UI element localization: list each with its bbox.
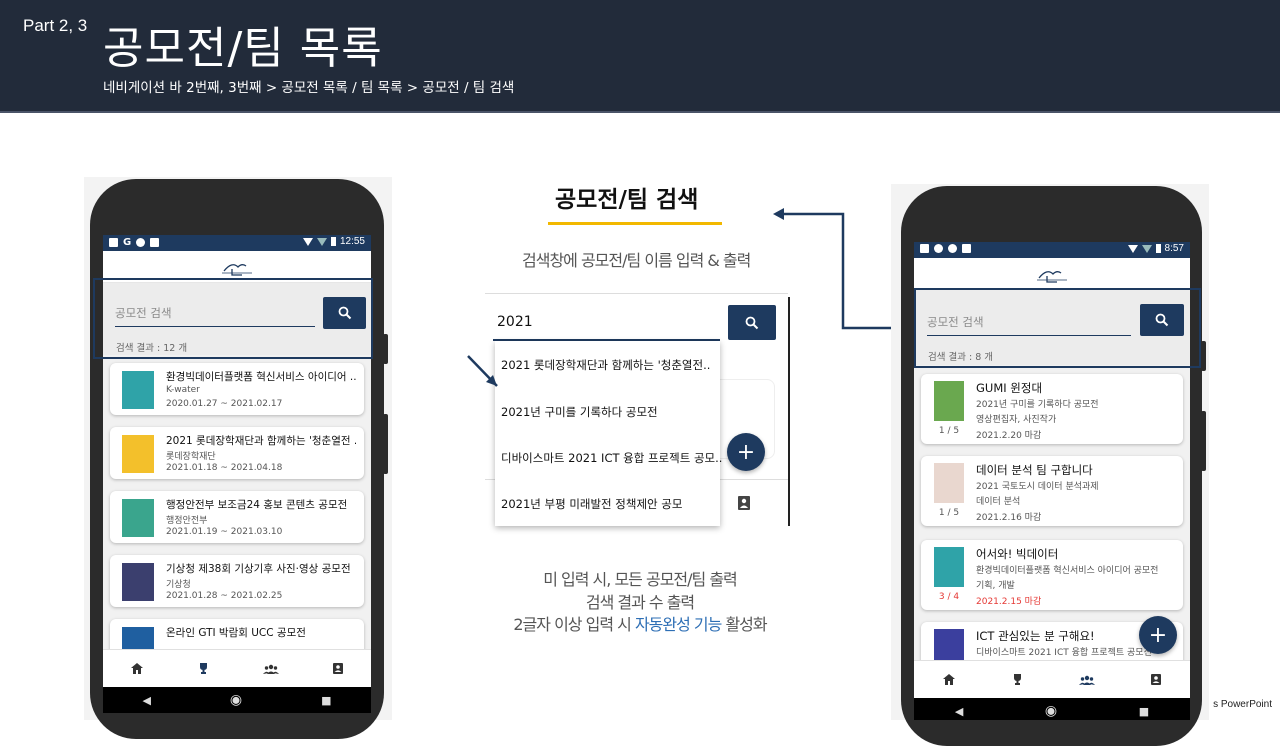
item-roles: 영상편집자, 사진작가 [976,415,1057,425]
home-circle-icon[interactable]: ◉ [1045,703,1057,719]
caption-accent: 자동완성 기능 [634,615,722,634]
team-thumbnail [934,547,964,587]
back-icon[interactable]: ◀ [955,705,963,718]
team-thumbnail [934,381,964,421]
contact-icon[interactable] [1150,673,1162,686]
status-bar: 8:57 [914,242,1190,258]
right-phone: 8:57 공모전 검색 검색 결과 : 8 개 1 / 5 GUMI 윈정대 2… [901,186,1206,746]
item-title: 어서와! 빅데이터 [976,547,1059,561]
power-button [1201,341,1206,371]
item-contest: 2021년 구미를 기록하다 공모전 [976,400,1099,410]
caption-line-1: 미 입력 시, 모든 공모전/팀 출력 [543,570,738,589]
system-nav-bar: ◀ ◉ ■ [914,698,1190,720]
bottom-nav [914,660,1190,698]
member-count: 1 / 5 [938,508,960,518]
battery-icon [1155,244,1161,253]
circle-icon [948,244,957,253]
item-roles: 기획, 개발 [976,581,1015,591]
home-icon[interactable] [942,673,956,686]
volume-button [1201,411,1206,471]
trophy-icon[interactable] [1011,673,1024,686]
item-deadline: 2021.2.16 마감 [976,513,1042,523]
item-deadline: 2021.2.15 마감 [976,597,1042,607]
dots-icon [934,244,943,253]
sd-card-icon [962,244,971,253]
watermark: s PowerPoint [1213,699,1272,710]
image-icon [920,244,929,253]
app-logo-icon [1037,271,1067,283]
wifi-icon [1127,244,1138,253]
item-deadline: 2021.2.20 마감 [976,431,1042,441]
group-icon[interactable] [1079,674,1096,686]
signal-icon [1141,244,1152,253]
item-contest: 환경빅데이터플랫폼 혁신서비스 아이디어 공모전 [976,566,1159,576]
list-item[interactable]: 3 / 4 어서와! 빅데이터 환경빅데이터플랫폼 혁신서비스 아이디어 공모전… [921,540,1183,610]
app-bar [914,258,1190,290]
status-time: 8:57 [1164,243,1184,254]
caption-line-2: 검색 결과 수 출력 [585,593,695,612]
member-count: 1 / 5 [938,426,960,436]
item-title: GUMI 윈정대 [976,381,1043,395]
caption-text: 2글자 이상 입력 시 [513,615,635,634]
arrowhead [773,208,784,220]
item-contest: 디바이스마트 2021 ICT 융합 프로젝트 공모전 [976,648,1152,658]
caption-text: 활성화 [721,615,767,634]
recents-icon[interactable]: ■ [1139,705,1149,718]
item-title: 데이터 분석 팀 구합니다 [976,463,1093,477]
member-count: 3 / 4 [938,592,960,602]
item-roles: 데이터 분석 [976,497,1021,507]
list-item[interactable]: 1 / 5 데이터 분석 팀 구합니다 2021 국토도시 데이터 분석과제 데… [921,456,1183,526]
search-highlight-box [914,288,1201,368]
team-thumbnail [934,463,964,503]
caption-line-3: 2글자 이상 입력 시 자동완성 기능 활성화 [490,611,790,635]
list-item[interactable]: 1 / 5 GUMI 윈정대 2021년 구미를 기록하다 공모전 영상편집자,… [921,374,1183,444]
item-title: ICT 관심있는 분 구해요! [976,629,1095,643]
item-contest: 2021 국토도시 데이터 분석과제 [976,482,1099,492]
add-fab-button[interactable]: + [1139,616,1177,654]
